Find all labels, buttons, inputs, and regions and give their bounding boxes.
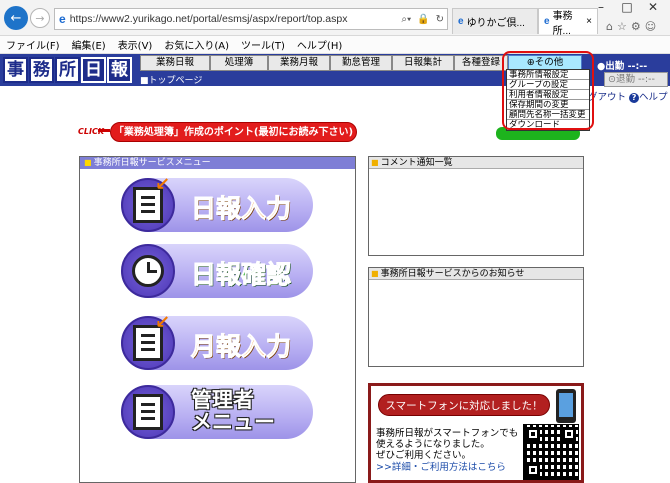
minimize-button[interactable]: – — [588, 0, 614, 18]
url-text: https://www2.yurikago.net/portal/esmsj/a… — [69, 13, 348, 25]
smartphone-text: 事務所日報がスマートフォンでも 使えるようになりました。 ぜひご利用ください。 — [376, 428, 519, 461]
menu-edit[interactable]: 編集(E) — [66, 37, 112, 52]
ie-icon: e — [458, 16, 464, 27]
highlight-ring — [502, 51, 594, 130]
breadcrumb[interactable]: ■トップページ — [140, 73, 202, 86]
service-menu-title: 事務所日報サービスメニュー — [80, 157, 355, 169]
site-logo[interactable]: 事 務 所 日 報 — [3, 57, 132, 83]
menu-tools[interactable]: ツール(T) — [235, 37, 291, 52]
help-link[interactable]: ヘルプ — [639, 92, 668, 103]
notice-panel-title: 事務所日報サービスからのお知らせ — [369, 268, 583, 280]
qr-code-icon — [523, 424, 579, 480]
admin-person-icon — [133, 394, 163, 430]
menu-favorites[interactable]: お気に入り(A) — [158, 37, 235, 52]
menu-help[interactable]: ヘルプ(H) — [291, 37, 348, 52]
smartphone-details-link[interactable]: >>詳細・ご利用方法はこちら — [376, 459, 506, 473]
help-icon[interactable]: ? — [629, 93, 640, 103]
close-button[interactable]: ✕ — [640, 0, 666, 18]
comment-panel: コメント通知一覧 — [368, 156, 584, 256]
guide-banner-button[interactable]: 「業務処理簿」作成のポイント(最初にお読み下さい) — [110, 122, 357, 142]
nav-kakushu-toroku[interactable]: 各種登録 — [454, 55, 508, 71]
back-button[interactable]: ← — [4, 6, 28, 30]
maximize-button[interactable]: □ — [614, 0, 640, 18]
admin-menu-button[interactable]: 管理者 メニュー — [121, 385, 313, 439]
daily-report-input-button[interactable]: ↙ 日報入力 — [121, 174, 313, 232]
ie-icon: e — [59, 12, 66, 26]
forward-button[interactable]: → — [30, 8, 50, 28]
nav-gyomu-nippo[interactable]: 業務日報 — [140, 55, 210, 71]
ie-icon: e — [544, 16, 550, 27]
nav-nippo-shukei[interactable]: 日報集計 — [392, 55, 454, 71]
daily-report-check-button[interactable]: 日報確認 — [121, 244, 313, 298]
clock-icon — [132, 255, 164, 287]
arrow-icon: ↙ — [155, 174, 171, 195]
lock-icon[interactable]: 🔒 — [417, 14, 429, 25]
comment-panel-title: コメント通知一覧 — [369, 157, 583, 169]
tab-yurikago[interactable]: e ゆりかご倶... — [452, 8, 538, 34]
monthly-report-input-button[interactable]: ↙ 月報入力 — [121, 312, 313, 370]
search-icon[interactable]: ⌕▾ — [401, 14, 411, 25]
click-arrow-icon — [98, 129, 110, 132]
smartphone-icon — [556, 389, 576, 423]
address-bar[interactable]: e https://www2.yurikago.net/portal/esmsj… — [54, 8, 448, 30]
toolbar-icons[interactable]: ⌂☆⚙☺ — [606, 20, 660, 33]
notice-panel: 事務所日報サービスからのお知らせ — [368, 267, 584, 367]
nav-shoribo[interactable]: 処理簿 — [210, 55, 268, 71]
logout-help-area: グアウト ? ヘルプ — [588, 89, 668, 103]
clock-in-status[interactable]: ●出勤 --:-- — [597, 58, 647, 72]
arrow-icon: ↙ — [155, 312, 171, 333]
smartphone-banner[interactable]: スマートフォンに対応しました！ — [378, 394, 550, 416]
main-nav: 業務日報 処理簿 業務月報 勤怠管理 日報集計 各種登録 — [140, 55, 508, 71]
menu-file[interactable]: ファイル(F) — [0, 37, 66, 52]
nav-gyomu-geppo[interactable]: 業務月報 — [268, 55, 330, 71]
nav-kintai[interactable]: 勤怠管理 — [330, 55, 392, 71]
menu-view[interactable]: 表示(V) — [112, 37, 159, 52]
refresh-icon[interactable]: ↻ — [436, 14, 444, 25]
clock-out-button[interactable]: ⊙退勤 --:-- — [604, 72, 668, 87]
